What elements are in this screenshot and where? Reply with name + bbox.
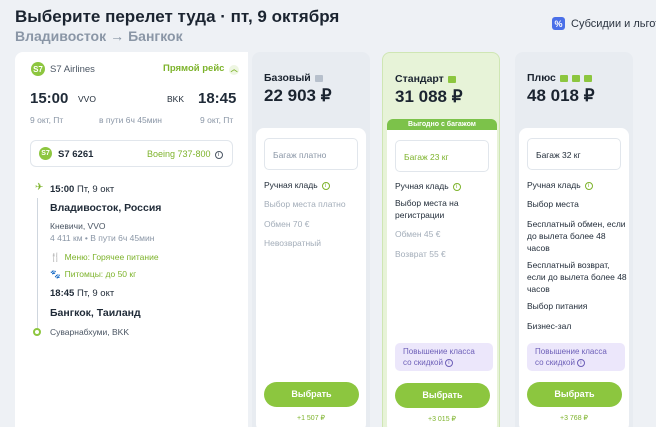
feature-refund: Невозвратный — [264, 238, 322, 248]
meal-info: 🍴 Меню: Горячее питание — [50, 252, 159, 263]
info-icon: i — [576, 358, 585, 367]
feature-refund: Возврат 55 € — [395, 249, 446, 259]
route-breadcrumb: Владивосток → Бангкок — [15, 28, 183, 44]
upgrade-label: Повышение класса со скидкой — [403, 347, 475, 367]
feature-hand-luggage: Ручная кладь i — [264, 179, 364, 191]
plane-icon: ✈ — [35, 182, 44, 193]
airline-logo: S7 — [31, 62, 45, 76]
airline-logo-small: S7 — [39, 147, 52, 160]
price-delta: +3 015 ₽ — [427, 416, 456, 423]
tariff-price: 31 088 ₽ — [395, 87, 463, 106]
feature-refund: Бесплатный возврат, если до вылета более… — [527, 260, 627, 294]
feature-seat: Выбор места платно — [264, 199, 346, 209]
tariff-plus: Плюс 48 018 ₽ Багаж 32 кг Ручная кладь i … — [515, 52, 633, 427]
route-from: Владивосток — [15, 28, 107, 44]
pets-label: Питомцы: до 50 кг — [64, 269, 137, 279]
feature-meal: Выбор питания — [527, 301, 588, 311]
baggage-icon — [559, 74, 568, 82]
flight-details-card: S7 S7 Airlines Прямой рейс ︿ 15:00 VVO B… — [15, 52, 248, 427]
segment-departure-city: Владивосток, Россия — [50, 202, 162, 214]
page-header: Выберите перелет туда · пт, 9 октября Вл… — [0, 0, 656, 52]
price-delta: +3 768 ₽ — [559, 415, 588, 422]
timeline-line — [37, 198, 38, 328]
tariff-card: Багаж 32 кг Ручная кладь i Выбор места Бе… — [519, 128, 629, 427]
arrival-date: 9 окт, Пт — [200, 115, 234, 125]
feature-label: Ручная кладь — [527, 180, 581, 190]
tariff-basic: Базовый 22 903 ₽ Багаж платно Ручная кла… — [252, 52, 370, 427]
segment-departure-airport: Кневичи, VVO — [50, 221, 106, 231]
arrival-code: BKK — [167, 94, 185, 104]
tariff-price: 22 903 ₽ — [264, 86, 332, 105]
feature-hand-luggage: Ручная кладь i — [527, 179, 627, 191]
tariff-price: 48 018 ₽ — [527, 86, 595, 105]
direct-flight-label: Прямой рейс — [163, 63, 225, 74]
arrival-time: 18:45 — [198, 90, 237, 107]
tariff-card: Багаж платно Ручная кладь i Выбор места п… — [256, 128, 366, 427]
airline-name: S7 Airlines — [50, 64, 95, 75]
upgrade-label: Повышение класса со скидкой — [535, 347, 607, 367]
segment-info: 4 411 км • В пути 6ч 45мин — [50, 233, 155, 243]
segment-arrival-date: Пт, 9 окт — [76, 288, 115, 299]
arrow-right-icon: → — [110, 28, 125, 44]
aircraft-label: Boeing 737-800 — [147, 149, 211, 159]
segment-arrival-time: 18:45 — [50, 288, 75, 299]
page-title: Выберите перелет туда · пт, 9 октября — [15, 7, 340, 26]
tariff-card: Багаж 23 кг Ручная кладь i Выбор места на… — [387, 130, 497, 427]
direct-flight-toggle[interactable]: Прямой рейс ︿ — [163, 63, 240, 75]
info-icon: i — [444, 358, 453, 367]
feature-exchange: Бесплатный обмен, если до вылета более 4… — [527, 219, 626, 253]
feature-hand-luggage: Ручная кладь i — [395, 180, 495, 192]
fork-knife-icon: 🍴 — [50, 252, 61, 262]
seat-icon — [583, 74, 592, 82]
feature-label: Ручная кладь — [395, 181, 449, 191]
departure-date: 9 окт, Пт — [30, 115, 64, 125]
select-button[interactable]: Выбрать — [264, 382, 359, 407]
aircraft-model[interactable]: Boeing 737-800 i — [147, 149, 223, 159]
arrival-dot-icon — [33, 328, 41, 336]
baggage-box: Багаж 32 кг — [527, 138, 621, 170]
select-button[interactable]: Выбрать — [395, 383, 490, 408]
info-icon[interactable]: i — [452, 182, 461, 191]
flight-number: S7 6261 — [58, 149, 94, 160]
departure-code: VVO — [78, 94, 96, 104]
price-delta: +1 507 ₽ — [296, 415, 325, 422]
flight-number-box: S7 S7 6261 Boeing 737-800 i — [30, 140, 233, 167]
paw-icon: 🐾 — [50, 269, 61, 279]
feature-exchange: Обмен 45 € — [395, 229, 441, 239]
info-icon[interactable]: i — [584, 181, 593, 190]
pets-info: 🐾 Питомцы: до 50 кг — [50, 269, 136, 280]
percent-icon: % — [552, 17, 565, 30]
flight-duration: в пути 6ч 45мин — [99, 115, 162, 125]
route-to: Бангкок — [128, 28, 183, 44]
upgrade-offer[interactable]: Повышение класса со скидкой i — [527, 343, 625, 371]
segment-departure-time: 15:00 — [50, 184, 75, 195]
upgrade-offer[interactable]: Повышение класса со скидкой i — [395, 343, 493, 371]
feature-seat: Выбор места на регистрации — [395, 198, 459, 220]
exchange-icon — [571, 74, 580, 82]
feature-label: Ручная кладь — [264, 180, 318, 190]
segment-arrival-airport: Суварнабхуми, BKK — [50, 327, 129, 337]
feature-lounge: Бизнес-зал — [527, 321, 572, 331]
chevron-up-icon: ︿ — [229, 65, 240, 75]
segment-departure-date: Пт, 9 окт — [76, 184, 115, 195]
baggage-box: Багаж 23 кг — [395, 140, 489, 172]
info-icon: i — [214, 150, 223, 159]
tariff-standard: Стандарт 31 088 ₽ Выгодно с багажом Бага… — [382, 52, 500, 427]
segment-arrival-city: Бангкок, Таиланд — [50, 307, 141, 319]
meal-label: Меню: Горячее питание — [64, 252, 159, 262]
info-icon[interactable]: i — [321, 181, 330, 190]
tariff-name: Плюс — [527, 72, 556, 84]
tariff-name: Базовый — [264, 72, 311, 84]
feature-seat: Выбор места — [527, 199, 579, 209]
select-button[interactable]: Выбрать — [527, 382, 622, 407]
baggage-icon — [447, 75, 456, 83]
no-baggage-icon — [314, 74, 323, 82]
feature-exchange: Обмен 70 € — [264, 219, 310, 229]
tariff-name: Стандарт — [395, 73, 444, 85]
departure-time: 15:00 — [30, 90, 69, 107]
subsidies-label: Субсидии и льготы — [571, 17, 656, 30]
subsidies-link[interactable]: % Субсидии и льготы — [552, 17, 656, 30]
baggage-box: Багаж платно — [264, 138, 358, 170]
